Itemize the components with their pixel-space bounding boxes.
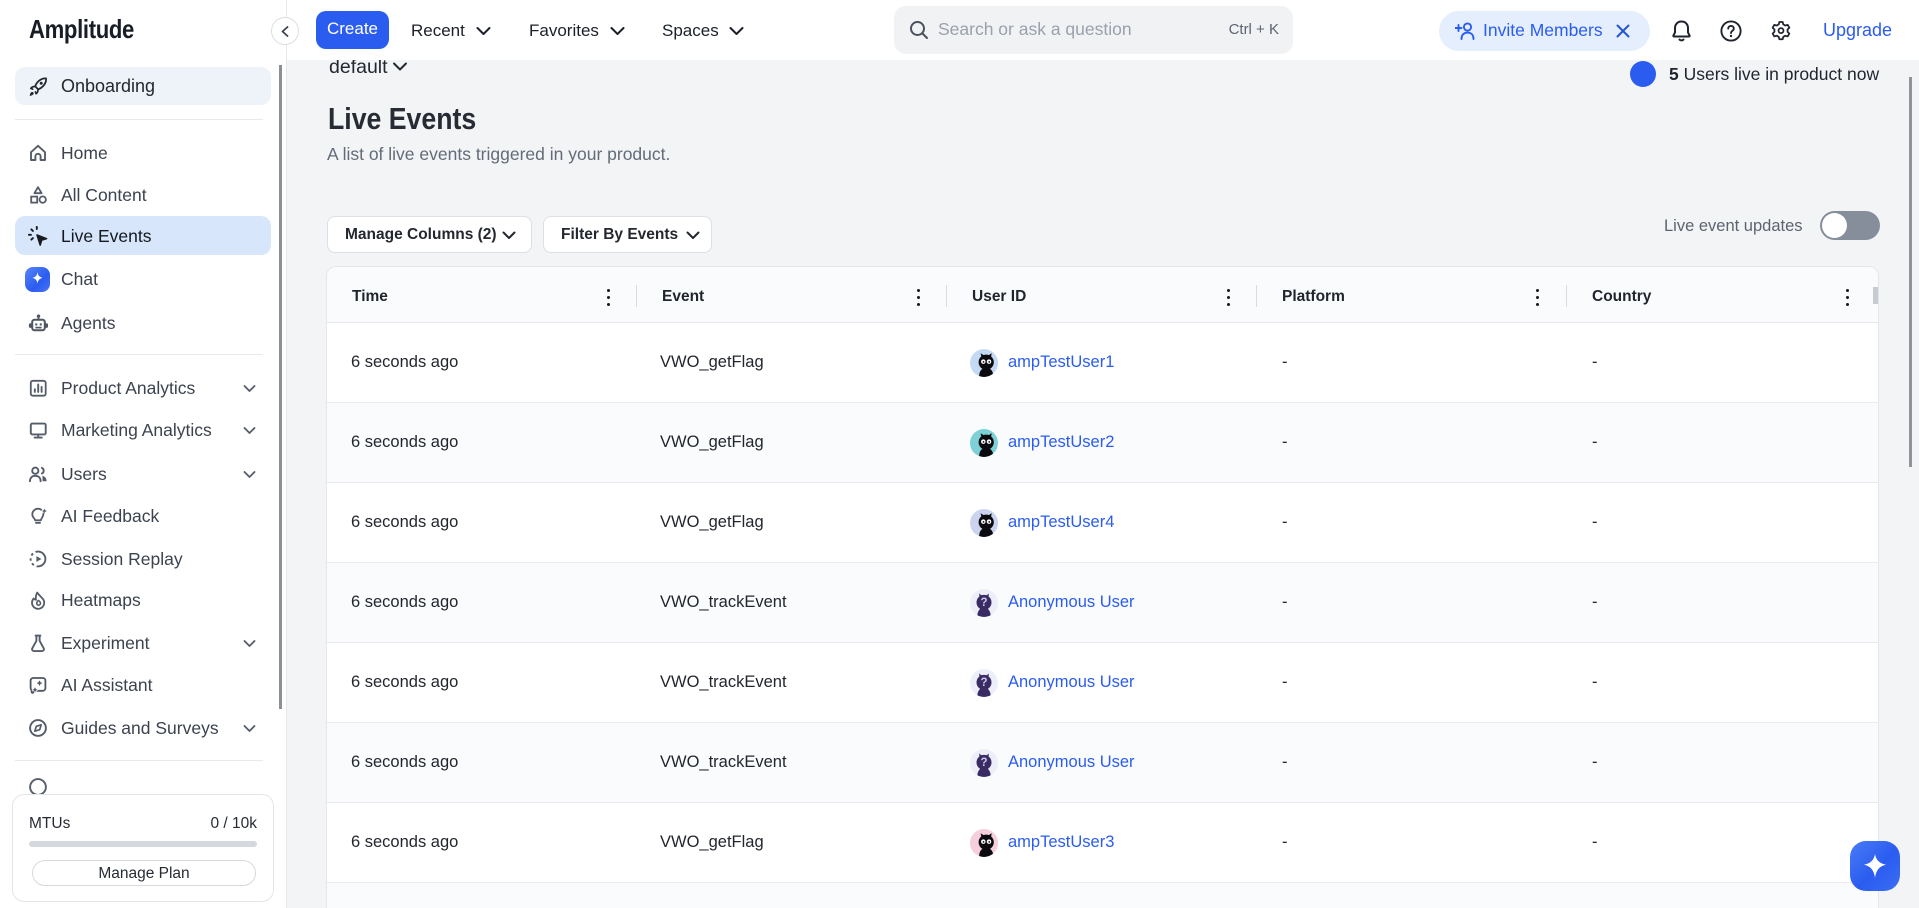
svg-text:?: ? — [980, 757, 987, 769]
svg-text:?: ? — [980, 677, 987, 689]
svg-text:?: ? — [980, 597, 987, 609]
